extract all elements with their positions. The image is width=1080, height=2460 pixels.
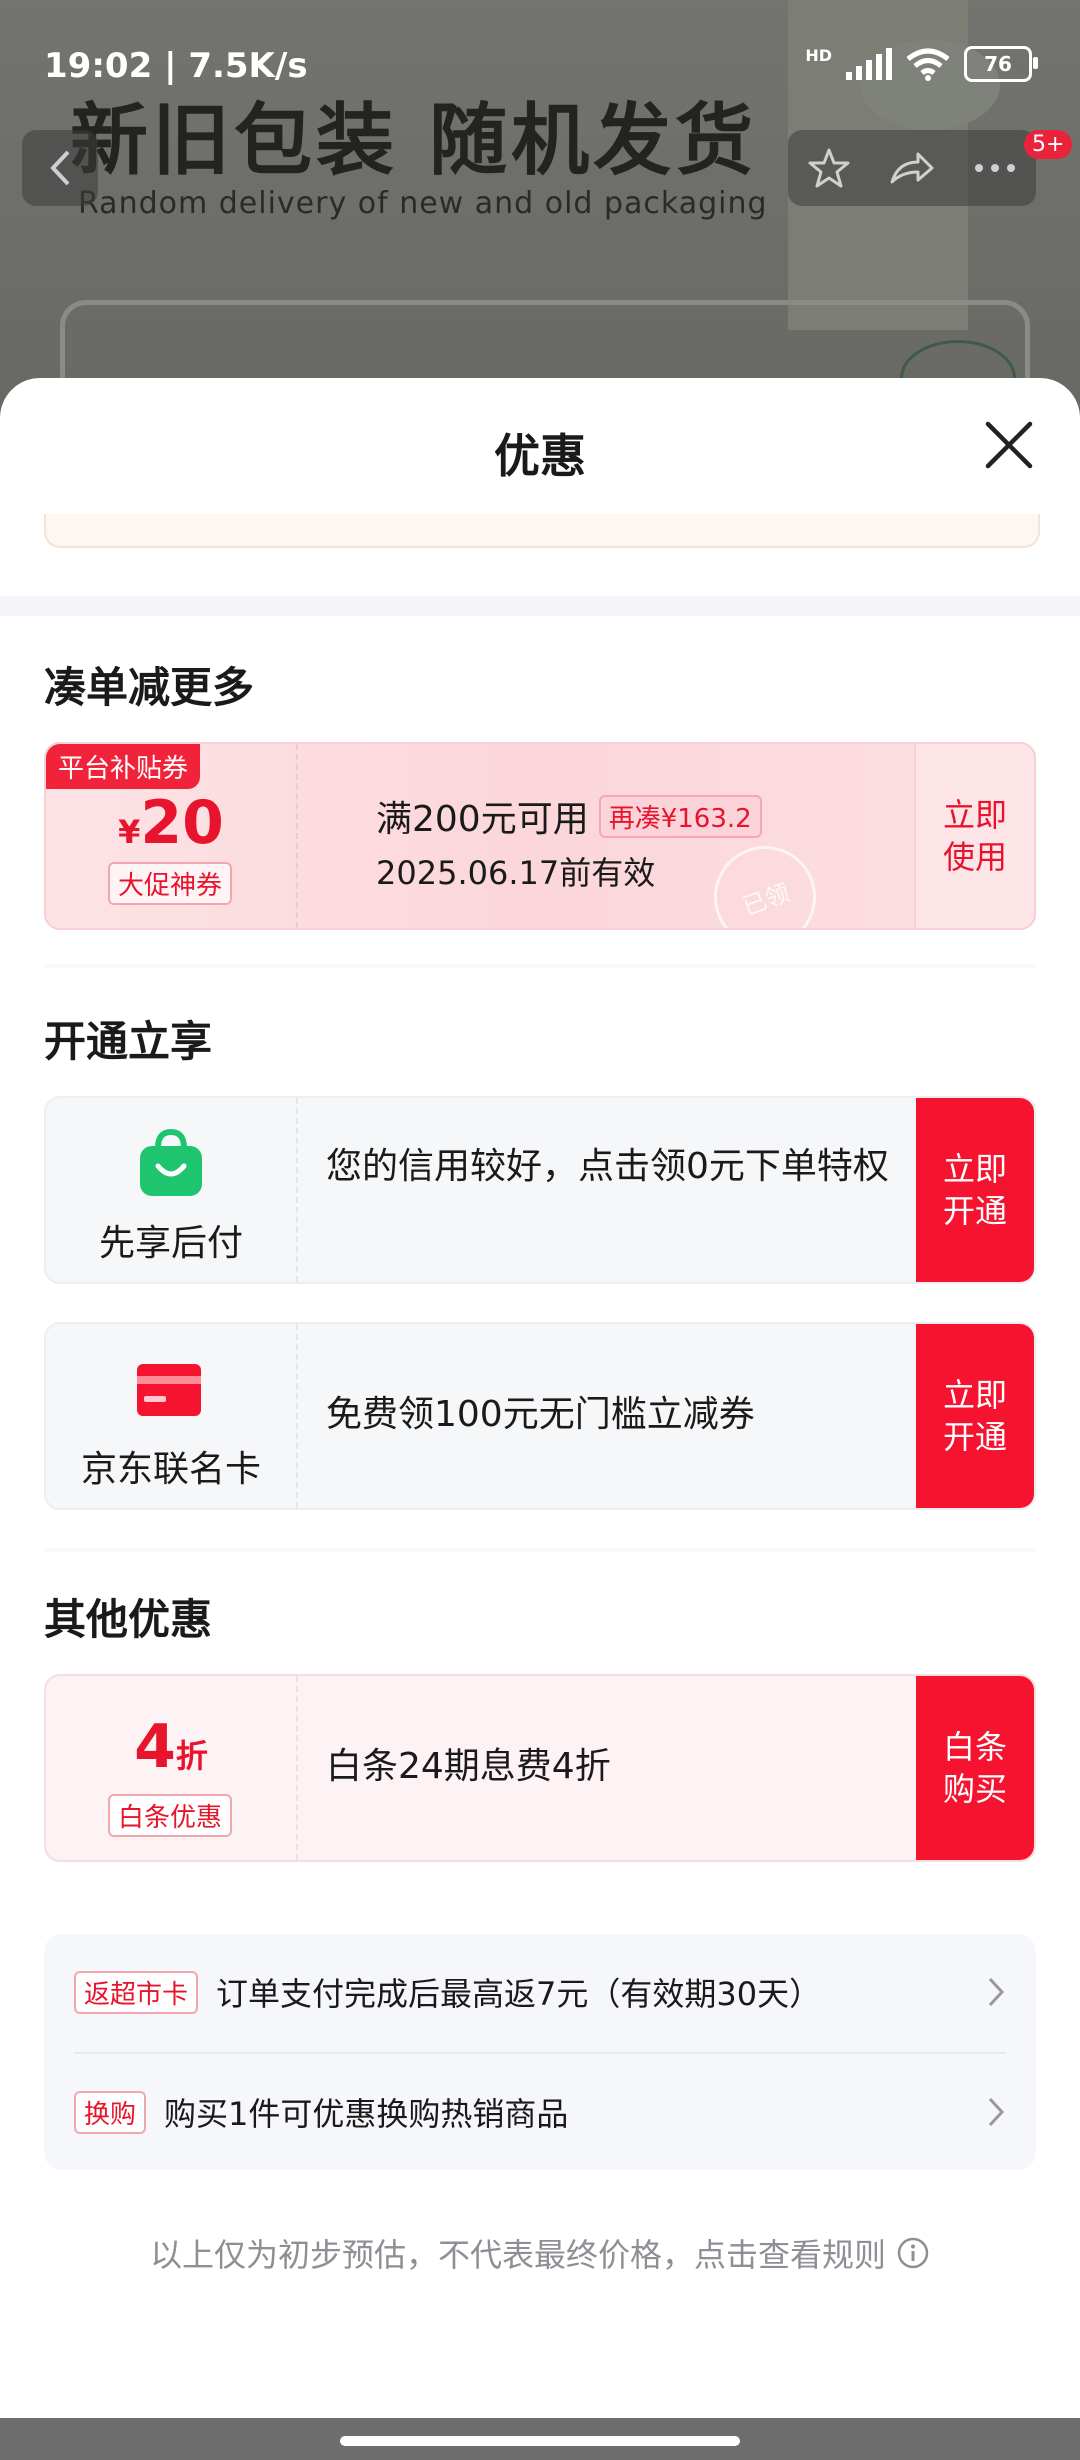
coupon-amount-value: 20 [140, 788, 224, 858]
coupon-icon-area: 先享后付 [46, 1098, 296, 1282]
benefit-row-cashback[interactable]: 返超市卡 订单支付完成后最高返7元（有效期30天） [74, 1934, 1006, 2050]
coupon-value-area: 平台补贴券 ¥20 大促神券 [46, 744, 296, 928]
status-icons: HD 76 [805, 46, 1038, 82]
use-now-label: 立即使用 [942, 796, 1007, 876]
more-icon[interactable] [973, 162, 1017, 174]
coupon-condition: 满200元可用 [376, 799, 589, 840]
home-indicator[interactable] [340, 2436, 740, 2446]
section-title-other: 其他优惠 [44, 1595, 213, 1644]
credit-card-icon [137, 1364, 201, 1416]
coupon-baitiao[interactable]: 4折 白条优惠 白条24期息费4折 白条购买 [44, 1674, 1036, 1862]
coupon-promo-label: 大促神券 [108, 862, 233, 905]
discount-sheet: 优惠 凑单减更多 平台补贴券 ¥20 大促神券 满200元可用 再凑¥163.2… [0, 378, 1080, 2418]
co-branded-card-label: 京东联名卡 [80, 1449, 261, 1490]
hd-label: HD [805, 46, 832, 65]
coupon-platform-subsidy[interactable]: 平台补贴券 ¥20 大促神券 满200元可用 再凑¥163.2 2025.06.… [44, 742, 1036, 930]
benefit-tag: 换购 [74, 2090, 147, 2134]
discount-unit: 折 [175, 1737, 208, 1775]
message-badge: 5+ [1024, 130, 1073, 159]
activate-label: 立即开通 [942, 1150, 1007, 1230]
signal-icon [846, 48, 892, 80]
benefit-tag: 返超市卡 [74, 1970, 199, 2014]
share-icon[interactable] [888, 148, 936, 188]
price-disclaimer[interactable]: 以上仅为初步预估，不代表最终价格，点击查看规则 [0, 2230, 1080, 2276]
section-divider [0, 596, 1080, 616]
baitiao-text: 白条24期息费4折 [326, 1746, 611, 1787]
benefit-text: 购买1件可优惠换购热销商品 [164, 2095, 569, 2133]
activate-pay-later-button[interactable]: 立即开通 [916, 1098, 1034, 1282]
coupon-info: 免费领100元无门槛立减券 [296, 1324, 916, 1508]
section-divider-line [44, 1548, 1036, 1552]
coupon-amount: ¥20 [46, 788, 296, 858]
pay-later-text: 您的信用较好，点击领0元下单特权 [326, 1146, 889, 1187]
discount-amount: 4折 [46, 1712, 296, 1782]
product-subline: Random delivery of new and old packaging [78, 186, 768, 221]
coupon-gap-chip: 再凑¥163.2 [598, 794, 762, 838]
chevron-right-icon [988, 1977, 1005, 2007]
coupon-validity: 2025.06.17前有效 [376, 854, 656, 892]
star-icon[interactable] [807, 146, 851, 190]
activate-label: 立即开通 [942, 1376, 1007, 1456]
battery-icon: 76 [964, 46, 1038, 82]
coupon-info: 满200元可用 再凑¥163.2 2025.06.17前有效 已领 [296, 744, 916, 928]
coupon-condition-line: 满200元可用 再凑¥163.2 [376, 790, 762, 842]
baitiao-buy-button[interactable]: 白条购买 [916, 1676, 1034, 1860]
coupon-co-branded-card[interactable]: 京东联名卡 免费领100元无门槛立减券 立即开通 [44, 1322, 1036, 1510]
use-now-button[interactable]: 立即使用 [914, 744, 1034, 928]
coupon-info: 您的信用较好，点击领0元下单特权 [296, 1098, 916, 1282]
disclaimer-text: 以上仅为初步预估，不代表最终价格，点击查看规则 [149, 2236, 886, 2274]
status-time: 19:02 | 7.5K/s [44, 46, 308, 86]
section-title-bundle: 凑单减更多 [44, 663, 255, 712]
previous-card-peek [44, 514, 1040, 548]
activate-card-button[interactable]: 立即开通 [916, 1324, 1034, 1508]
discount-value: 4 [134, 1712, 176, 1782]
benefit-text: 订单支付完成后最高返7元（有效期30天） [216, 1975, 822, 2013]
claimed-stamp: 已领 [699, 831, 831, 928]
chevron-left-icon [50, 150, 70, 186]
back-button[interactable] [22, 130, 98, 206]
extra-benefits-box: 返超市卡 订单支付完成后最高返7元（有效期30天） 换购 购买1件可优惠换购热销… [44, 1934, 1036, 2170]
wifi-icon [906, 48, 950, 81]
coupon-pay-later[interactable]: 先享后付 您的信用较好，点击领0元下单特权 立即开通 [44, 1096, 1036, 1284]
coupon-tag: 平台补贴券 [46, 744, 201, 789]
info-icon [897, 2237, 929, 2269]
sheet-title: 优惠 [494, 429, 586, 483]
section-divider-line [44, 964, 1036, 968]
baitiao-promo-label: 白条优惠 [108, 1794, 233, 1837]
coupon-value-area: 4折 白条优惠 [46, 1676, 296, 1860]
section-title-activate: 开通立享 [44, 1017, 213, 1066]
close-icon[interactable] [982, 418, 1036, 472]
baitiao-buy-label: 白条购买 [942, 1728, 1007, 1808]
chevron-right-icon [988, 2097, 1005, 2127]
nav-actions [788, 130, 1036, 206]
coupon-info: 白条24期息费4折 [296, 1676, 916, 1860]
benefit-row-exchange[interactable]: 换购 购买1件可优惠换购热销商品 [74, 2052, 1006, 2170]
pay-later-label: 先享后付 [98, 1223, 243, 1264]
sheet-header: 优惠 [0, 378, 1080, 514]
co-branded-card-text: 免费领100元无门槛立减券 [326, 1394, 755, 1435]
coupon-icon-area: 京东联名卡 [46, 1324, 296, 1508]
currency-symbol: ¥ [118, 813, 141, 851]
shopping-bag-icon [140, 1128, 202, 1196]
status-bar: 19:02 | 7.5K/s HD 76 [0, 40, 1080, 100]
